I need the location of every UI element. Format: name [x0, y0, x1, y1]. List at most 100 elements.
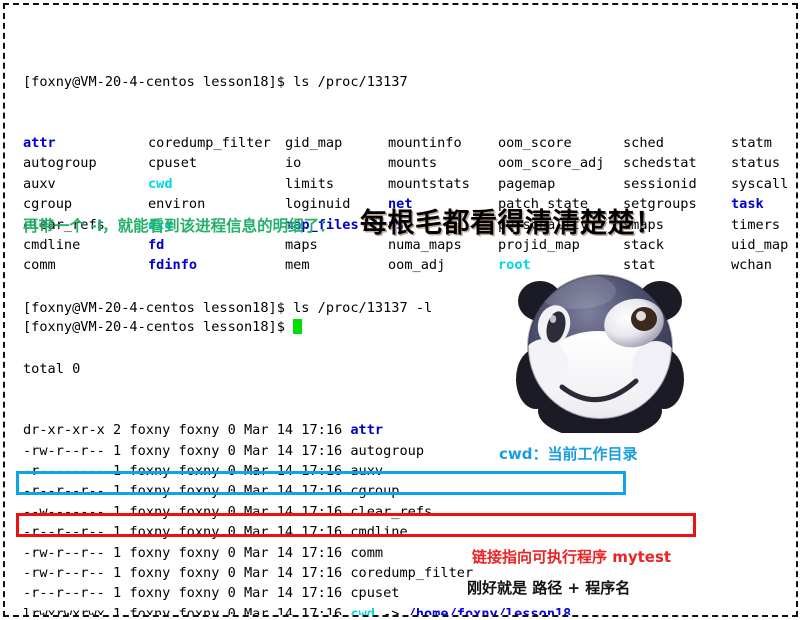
panda-face-icon	[516, 274, 684, 433]
file-metadata: -r--r--r-- 1 foxny foxny 0 Mar 14 17:16	[23, 483, 351, 500]
file-metadata: --w------- 1 foxny foxny 0 Mar 14 17:16	[23, 503, 351, 520]
proc-file-entry: io	[285, 153, 388, 173]
file-name: attr	[350, 422, 384, 439]
proc-file-entry: autogroup	[23, 153, 148, 173]
proc-file-entry: limits	[285, 174, 388, 194]
command-text-2: ls /proc/13137 -l	[293, 299, 433, 316]
proc-file-entry: coredump_filter	[148, 133, 285, 153]
proc-file-entry: oom_score_adj	[498, 153, 623, 173]
proc-file-entry: mountstats	[388, 174, 498, 194]
proc-file-entry: timers	[731, 215, 796, 235]
proc-file-name: sessionid	[623, 175, 697, 192]
proc-file-entry: uid_map	[731, 235, 796, 255]
file-name: coredump_filter	[350, 564, 474, 581]
proc-file-name: statm	[731, 135, 772, 152]
proc-file-entry: cpuset	[148, 153, 285, 173]
file-name: auxv	[350, 463, 384, 479]
proc-file-entry: sessionid	[623, 174, 731, 194]
long-listing-row: -r--r--r-- 1 foxny foxny 0 Mar 14 17:16 …	[23, 481, 629, 501]
proc-file-name: gid_map	[285, 135, 343, 152]
proc-file-name: maps	[285, 236, 318, 253]
proc-file-name: coredump_filter	[148, 135, 271, 152]
annotation-exe-note: 链接指向可执行程序 mytest	[472, 548, 672, 566]
proc-file-name: auxv	[23, 175, 56, 192]
proc-file-entry: syscall	[731, 174, 796, 194]
proc-file-name: mounts	[388, 155, 438, 172]
long-listing-row: -r-------- 1 foxny foxny 0 Mar 14 17:16 …	[23, 461, 629, 481]
proc-file-entry: schedstat	[623, 153, 731, 173]
file-name: comm	[350, 544, 384, 561]
file-metadata: dr-xr-xr-x 2 foxny foxny 0 Mar 14 17:16	[23, 422, 351, 439]
symlink-arrow: ->	[374, 605, 408, 617]
annotation-path-note: 刚好就是 路径 + 程序名	[467, 579, 631, 597]
proc-file-name: schedstat	[623, 155, 697, 172]
panda-meme-image	[510, 261, 690, 433]
proc-file-name: cwd	[148, 175, 173, 192]
proc-file-name: cmdline	[23, 236, 81, 253]
proc-file-name: cgroup	[23, 196, 73, 213]
shell-prompt: [foxny@VM-20-4-centos lesson18]$	[23, 73, 294, 90]
proc-file-entry: pagemap	[498, 174, 623, 194]
command-text: ls /proc/13137	[293, 73, 408, 90]
proc-file-name: autogroup	[23, 155, 97, 172]
file-name: autogroup	[350, 442, 425, 459]
annotation-title: 每根毛都看得清清楚楚！	[360, 208, 663, 239]
annotation-green-note: 再带一个 -l，就能看到该进程信息的明细了：	[23, 217, 335, 235]
proc-file-name: oom_score	[498, 135, 572, 152]
proc-file-name: mountinfo	[388, 135, 462, 152]
file-name: clear_refs	[350, 503, 433, 520]
proc-file-entry: environ	[148, 194, 285, 214]
proc-file-entry: cwd	[148, 174, 285, 194]
symlink-target: /home/foxny/lesson18	[407, 605, 572, 617]
proc-file-entry: mounts	[388, 153, 498, 173]
proc-file-name: status	[731, 155, 781, 172]
file-metadata: lrwxrwxrwx 1 foxny foxny 0 Mar 14 17:16	[23, 605, 351, 617]
proc-file-name: mountstats	[388, 175, 470, 192]
command-line-1: [foxny@VM-20-4-centos lesson18]$ ls /pro…	[23, 72, 796, 92]
proc-file-entry: sched	[623, 133, 731, 153]
proc-file-name: attr	[23, 135, 56, 152]
file-metadata: -r-------- 1 foxny foxny 0 Mar 14 17:16	[23, 463, 351, 479]
proc-file-name: oom_score_adj	[498, 155, 605, 172]
screenshot-canvas: [foxny@VM-20-4-centos lesson18]$ ls /pro…	[3, 3, 798, 617]
proc-file-entry: mountinfo	[388, 133, 498, 153]
proc-file-entry: fd	[148, 235, 285, 255]
file-metadata: -r--r--r-- 1 foxny foxny 0 Mar 14 17:16	[23, 524, 351, 541]
proc-file-entry: statm	[731, 133, 796, 153]
proc-file-name: uid_map	[731, 236, 789, 253]
proc-file-entry: gid_map	[285, 133, 388, 153]
long-listing-row: --w------- 1 foxny foxny 0 Mar 14 17:16 …	[23, 502, 629, 522]
proc-file-entry: auxv	[23, 174, 148, 194]
file-name: cpuset	[350, 585, 400, 602]
proc-file-row: attr coredump_filter gid_map mountinfo oom_s…	[23, 133, 796, 153]
file-metadata: -rw-r--r-- 1 foxny foxny 0 Mar 14 17:16	[23, 544, 351, 561]
proc-file-entry: cmdline	[23, 235, 148, 255]
proc-file-name: loginuid	[285, 196, 351, 213]
annotation-cwd-note: cwd：当前工作目录	[499, 445, 638, 463]
proc-file-name: environ	[148, 196, 206, 213]
long-listing-row: -r--r--r-- 1 foxny foxny 0 Mar 14 17:16 …	[23, 522, 629, 542]
proc-file-name: sched	[623, 135, 664, 152]
proc-file-name: cpuset	[148, 155, 198, 172]
proc-file-name: fd	[148, 236, 165, 253]
proc-file-entry: wchan	[731, 255, 796, 275]
file-name: cwd	[350, 605, 375, 617]
file-metadata: -rw-r--r-- 1 foxny foxny 0 Mar 14 17:16	[23, 442, 351, 459]
long-listing-row: lrwxrwxrwx 1 foxny foxny 0 Mar 14 17:16 …	[23, 604, 629, 617]
shell-prompt-3: [foxny@VM-20-4-centos lesson18]$	[23, 299, 294, 316]
file-name: cmdline	[350, 524, 408, 541]
proc-file-row: autogroup cpuset io mounts oom_score_adj sche…	[23, 153, 796, 173]
proc-file-name: pagemap	[498, 175, 556, 192]
file-metadata: -rw-r--r-- 1 foxny foxny 0 Mar 14 17:16	[23, 564, 351, 581]
proc-file-entry: cgroup	[23, 194, 148, 214]
proc-file-name: task	[731, 196, 764, 213]
proc-file-entry: status	[731, 153, 796, 173]
proc-file-entry: attr	[23, 133, 148, 153]
proc-file-entry: oom_score	[498, 133, 623, 153]
proc-file-row: auxv cwd limits mountstats pagemap sessionid s…	[23, 174, 796, 194]
file-name: cgroup	[350, 483, 400, 500]
file-metadata: -r--r--r-- 1 foxny foxny 0 Mar 14 17:16	[23, 585, 351, 602]
proc-file-name: limits	[285, 175, 335, 192]
proc-file-name: syscall	[731, 175, 789, 192]
proc-file-name: timers	[731, 216, 781, 233]
